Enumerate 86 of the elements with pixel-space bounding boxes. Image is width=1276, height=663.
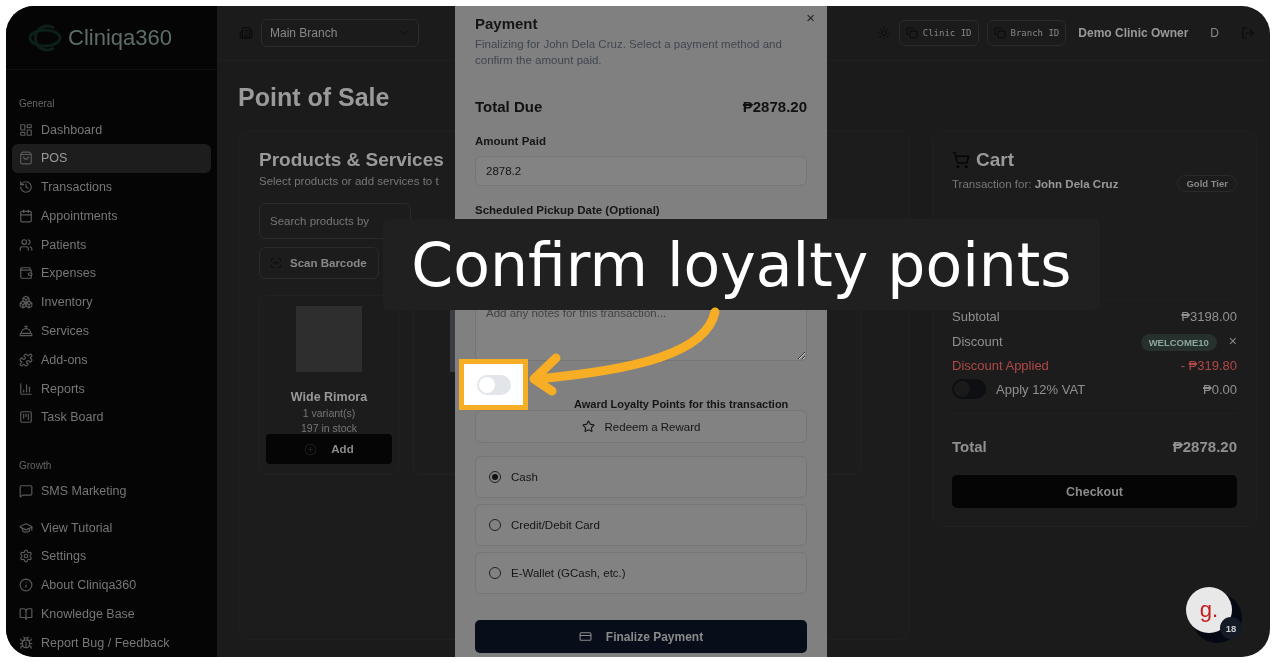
user-name: Demo Clinic Owner [1078, 26, 1189, 40]
bar-chart-icon [19, 381, 33, 396]
close-button[interactable]: × [806, 9, 815, 26]
bug-icon [19, 635, 33, 650]
user-avatar[interactable]: D [1210, 26, 1219, 40]
award-toggle[interactable] [476, 374, 511, 395]
board-icon [19, 410, 33, 425]
add-button[interactable]: Add [266, 434, 392, 464]
total-label: Total [952, 438, 987, 455]
app-logo-text: Cliniqa360 [68, 24, 172, 51]
vat-label: Apply 12% VAT [996, 381, 1086, 397]
sidebar-section-title: Growth [18, 458, 53, 473]
tutorial-tooltip: Confirm loyalty points [383, 219, 1100, 310]
remove-discount-button[interactable]: × [1216, 333, 1237, 349]
finalize-payment-button[interactable]: Finalize Payment [475, 620, 807, 653]
amount-paid-field[interactable]: 2878.2 [475, 156, 807, 186]
sidebar-item[interactable]: Dashboard [12, 115, 211, 145]
panel-title: Cart [952, 149, 1014, 171]
subtotal-value: ₱3198.00 [1181, 309, 1237, 324]
sidebar-item[interactable]: POS [12, 144, 211, 173]
panel-title: Products & Services [259, 149, 444, 171]
subtotal-label: Subtotal [952, 309, 1000, 324]
sidebar-item[interactable]: SMS Marketing [12, 476, 211, 506]
total-due-value: ₱2878.20 [742, 98, 807, 115]
sidebar-item[interactable]: Report Bug / Feedback [12, 628, 211, 657]
message-icon [19, 484, 33, 499]
sidebar-item[interactable]: Inventory [12, 287, 211, 317]
discount-code: WELCOME10 [1140, 334, 1217, 351]
wallet-icon [19, 266, 33, 281]
clinic-id-chip[interactable]: Clinic ID [898, 20, 979, 46]
sidebar-item[interactable]: View Tutorial [12, 513, 211, 542]
total-value: ₱2878.20 [1172, 438, 1237, 455]
users-icon [19, 237, 33, 252]
sidebar-item[interactable]: Task Board [12, 402, 211, 432]
sidebar-item[interactable]: Transactions [12, 172, 211, 202]
cart-customer: Transaction for: John Dela Cruz [952, 177, 1119, 190]
history-icon [19, 180, 33, 195]
checkout-button[interactable]: Checkout [952, 475, 1237, 508]
total-due-label: Total Due [475, 98, 543, 115]
product-stock: 197 in stock [300, 422, 357, 434]
redeem-reward-button[interactable]: Redeem a Reward [475, 410, 807, 443]
scan-barcode-button[interactable]: Scan Barcode [259, 247, 379, 279]
notification-badge: 18 [1220, 617, 1242, 639]
logo-icon [28, 22, 62, 53]
bell-icon [19, 324, 33, 338]
bag-icon [19, 151, 33, 166]
sidebar-item[interactable]: Settings [12, 541, 211, 571]
star-icon [581, 420, 595, 433]
boxes-icon [19, 295, 33, 310]
info-icon [19, 578, 33, 593]
discount-applied-value: - ₱319.80 [1180, 358, 1237, 373]
panel-subtitle: Select products or add services to t [259, 175, 439, 187]
discount-applied-label: Discount Applied [952, 358, 1049, 373]
vat-value: ₱0.00 [1203, 381, 1237, 397]
dialog-description: Finalizing for John Dela Cruz. Select a payment method and confirm the amount paid. [475, 37, 783, 68]
dialog-title: Payment [475, 15, 539, 32]
dashboard-icon [19, 122, 33, 137]
page-title: Point of Sale [238, 83, 390, 112]
sidebar-item[interactable]: Patients [12, 230, 211, 260]
sidebar-item[interactable]: Appointments [12, 201, 211, 231]
branch-id-chip[interactable]: Branch ID [986, 20, 1067, 46]
discount-label: Discount [952, 333, 1003, 349]
product-name: Wide Rimora [290, 390, 368, 404]
product-variants: 1 variant(s) [302, 407, 356, 419]
sidebar-item[interactable]: About Cliniqa360 [12, 570, 211, 600]
branch-select[interactable]: Main Branch [261, 19, 419, 47]
calendar-icon [19, 208, 33, 223]
settings-icon [19, 549, 33, 564]
puzzle-icon [19, 352, 33, 367]
graduation-cap-icon [19, 520, 33, 535]
credit-card-icon [578, 630, 592, 643]
sidebar-item[interactable]: Expenses [12, 259, 211, 288]
field-label: Scheduled Pickup Date (Optional) [475, 204, 661, 216]
payment-method-option[interactable]: Credit/Debit Card [475, 504, 807, 546]
sidebar-item[interactable]: Reports [12, 374, 211, 403]
award-label: Award Loyalty Points for this transaction [574, 398, 789, 410]
sidebar-section-title: General [18, 97, 56, 112]
book-icon [19, 606, 33, 621]
search-field[interactable]: Search products by [259, 203, 411, 239]
payment-method-option[interactable]: Cash [475, 456, 807, 498]
field-label: Amount Paid [475, 135, 547, 147]
plus-circle-icon [304, 442, 318, 456]
sidebar-item[interactable]: Knowledge Base [12, 599, 211, 629]
sidebar-item[interactable]: Services [12, 316, 211, 346]
sidebar-item[interactable]: Add-ons [12, 345, 211, 375]
payment-method-option[interactable]: E-Wallet (GCash, etc.) [475, 552, 807, 594]
